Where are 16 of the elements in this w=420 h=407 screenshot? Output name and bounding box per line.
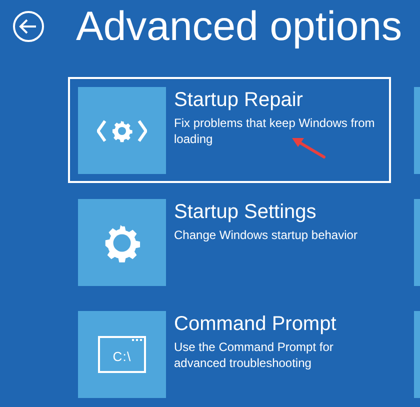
option-tile[interactable]: Startup Settings Change Windows startup behavior [68,189,391,295]
option-title: Startup Settings [174,200,316,224]
command-prompt-icon: C:\ [98,336,146,373]
option-description: Use the Command Prompt for advanced troubleshooting [174,339,334,371]
repair-icon [97,118,147,144]
partial-tile[interactable] [414,199,420,286]
option-description: Change Windows startup behavior [174,227,358,243]
partial-tile[interactable] [414,311,420,398]
partial-tile[interactable] [414,87,420,174]
page-title: Advanced options [76,6,402,46]
option-title: Command Prompt [174,312,336,336]
option-description: Fix problems that keep Windows from loading [174,115,376,147]
option-tile[interactable]: Startup Repair Fix problems that keep Windows from loading [68,77,391,183]
back-icon[interactable] [12,10,45,42]
option-tile[interactable]: C:\ Command Prompt Use the Command Prompt for advanced troubleshooting [68,301,391,407]
option-title: Startup Repair [174,88,303,112]
